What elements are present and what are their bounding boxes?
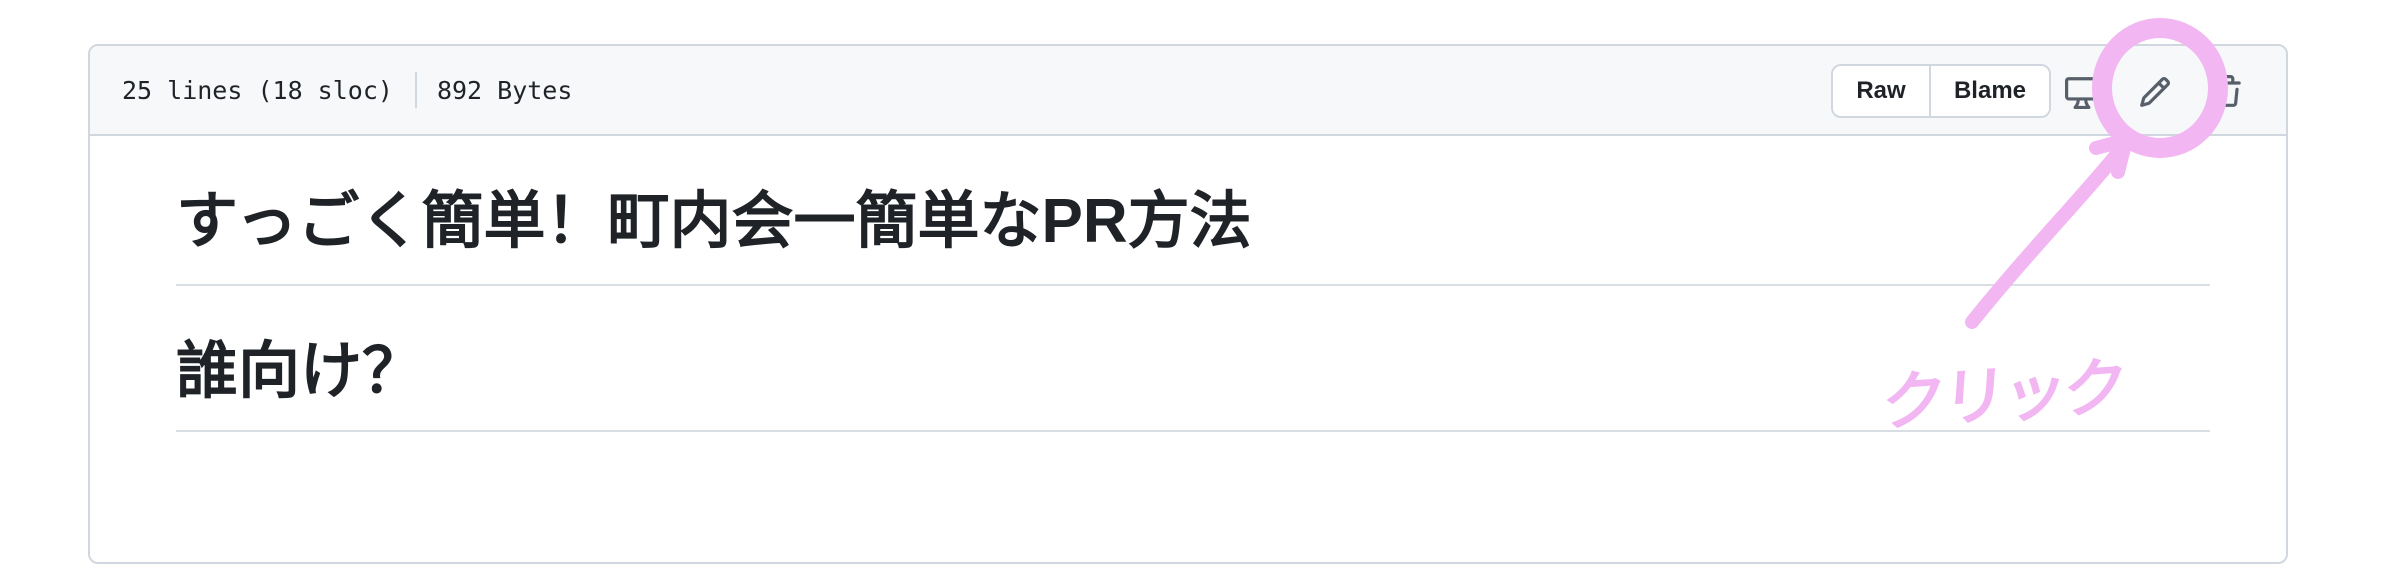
raw-blame-group: Raw Blame [1831,64,2051,118]
divider [414,72,417,108]
pencil-icon[interactable] [2135,72,2175,112]
desktop-icon[interactable] [2062,72,2102,112]
file-viewer: 25 lines (18 sloc) 892 Bytes Raw Blame す… [88,44,2288,564]
file-info: 25 lines (18 sloc) 892 Bytes [122,46,572,134]
raw-button[interactable]: Raw [1833,66,1931,116]
line-count: 25 lines (18 sloc) [122,75,393,105]
file-size: 892 Bytes [436,75,573,105]
heading-1: すっごく簡単！町内会一簡単なPR方法 [176,138,2210,286]
trash-icon[interactable] [2208,72,2248,112]
file-header: 25 lines (18 sloc) 892 Bytes Raw Blame [90,46,2286,136]
blame-button[interactable]: Blame [1931,66,2049,116]
click-annotation-text: クリック [1879,350,2127,442]
